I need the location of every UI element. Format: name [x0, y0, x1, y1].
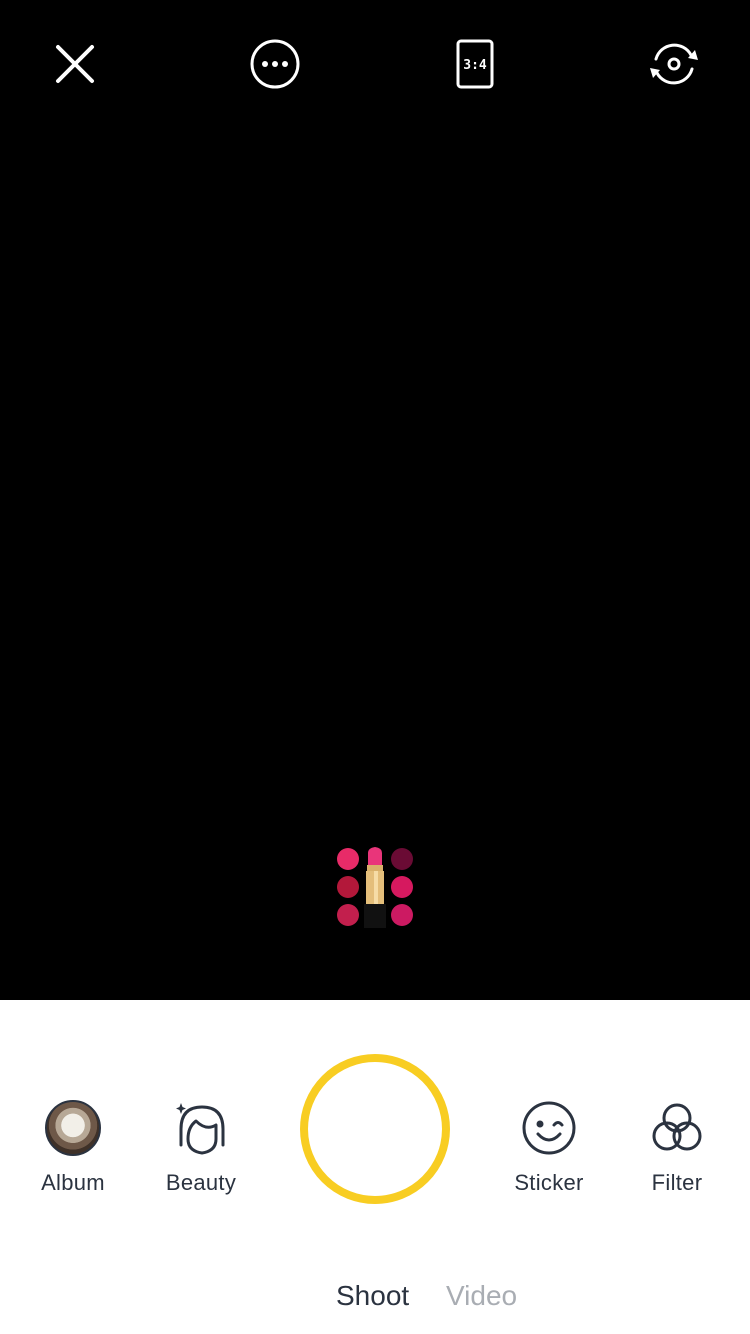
filter-label: Filter: [651, 1170, 703, 1195]
album-thumbnail-wrap: [43, 1098, 103, 1158]
more-options-button[interactable]: [245, 34, 305, 94]
camera-viewfinder[interactable]: 3:4: [0, 0, 750, 1000]
album-thumbnail: [45, 1100, 101, 1156]
makeup-effect-button[interactable]: [333, 845, 417, 929]
filter-icon-wrap: [647, 1098, 707, 1158]
bottom-control-panel: Album Beauty Sticker Filter Shoot Video: [0, 1000, 750, 1334]
mode-video-tab[interactable]: Video: [446, 1280, 517, 1312]
switch-camera-icon: [650, 43, 698, 85]
beauty-label: Beauty: [165, 1170, 237, 1195]
switch-camera-button[interactable]: [644, 34, 704, 94]
sticker-button[interactable]: Sticker: [494, 1098, 604, 1196]
shutter-button[interactable]: [300, 1054, 450, 1204]
aspect-ratio-label: 3:4: [463, 58, 487, 73]
beauty-icon-wrap: [171, 1098, 231, 1158]
sticker-label: Sticker: [514, 1170, 584, 1195]
album-button[interactable]: Album: [18, 1098, 128, 1196]
close-button[interactable]: [45, 34, 105, 94]
wink-face-icon: [522, 1101, 576, 1155]
aspect-ratio-icon: 3:4: [456, 39, 494, 89]
more-options-icon: [250, 39, 300, 89]
aspect-ratio-button[interactable]: 3:4: [445, 34, 505, 94]
sticker-icon-wrap: [519, 1098, 579, 1158]
filter-circles-icon: [652, 1103, 702, 1151]
close-icon: [56, 45, 94, 83]
beauty-button[interactable]: Beauty: [146, 1098, 256, 1196]
lipstick-makeup-effect-icon: [337, 847, 413, 928]
album-label: Album: [41, 1170, 105, 1195]
mode-shoot-tab[interactable]: Shoot: [336, 1280, 409, 1312]
filter-button[interactable]: Filter: [622, 1098, 732, 1196]
beauty-face-icon: [176, 1103, 225, 1155]
